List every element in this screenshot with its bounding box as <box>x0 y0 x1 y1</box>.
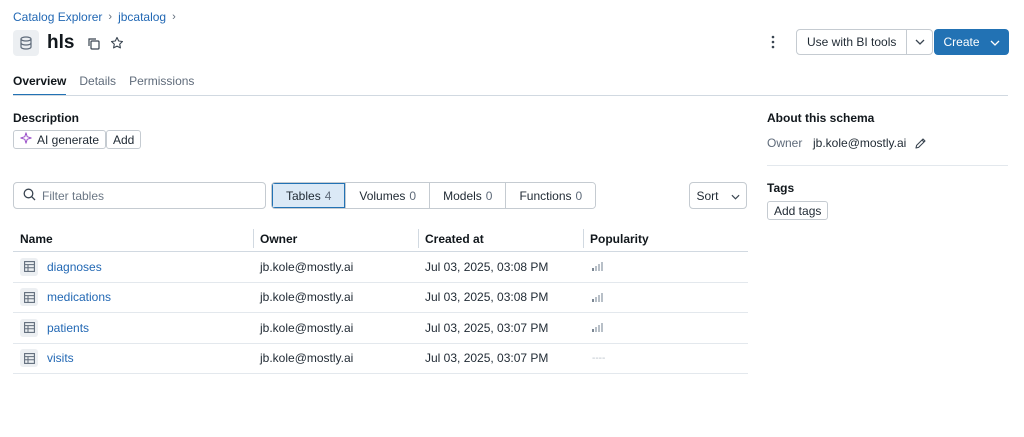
column-header-owner[interactable]: Owner <box>253 226 418 251</box>
tab-permissions[interactable]: Permissions <box>129 74 194 96</box>
right-panel-divider <box>767 165 1008 166</box>
bi-tools-split-button: Use with BI tools <box>796 29 934 55</box>
chevron-down-icon <box>990 35 1000 49</box>
table-name-link[interactable]: visits <box>47 351 74 365</box>
chevron-down-icon[interactable] <box>906 30 932 54</box>
breadcrumb: Catalog Explorer › jbcatalog › <box>13 10 176 24</box>
about-schema-heading: About this schema <box>767 111 875 125</box>
star-icon[interactable] <box>108 34 126 52</box>
table-body: diagnoses jb.kole@mostly.ai Jul 03, 2025… <box>13 252 748 374</box>
segment-count: 0 <box>485 188 493 203</box>
cell-popularity <box>583 252 748 282</box>
chevron-right-icon: › <box>108 11 113 23</box>
tags-heading: Tags <box>767 181 795 195</box>
table-name-link[interactable]: patients <box>47 321 89 335</box>
segment-functions[interactable]: Functions 0 <box>505 183 596 208</box>
owner-value: jb.kole@mostly.ai <box>813 136 907 150</box>
cell-created-at: Jul 03, 2025, 03:08 PM <box>425 259 549 274</box>
breadcrumb-catalog[interactable]: jbcatalog <box>118 10 166 24</box>
table-icon <box>20 288 38 307</box>
kebab-menu-icon[interactable] <box>764 33 782 51</box>
asset-type-segmented-control: Tables 4 Volumes 0 Models 0 Functions 0 <box>271 182 597 209</box>
segment-count: 0 <box>575 188 583 203</box>
cell-name: diagnoses <box>13 252 253 282</box>
segment-models[interactable]: Models 0 <box>429 183 506 208</box>
cell-owner: jb.kole@mostly.ai <box>260 320 354 335</box>
cell-created-at: Jul 03, 2025, 03:07 PM <box>425 351 549 366</box>
tab-details[interactable]: Details <box>79 74 116 96</box>
column-header-created-at[interactable]: Created at <box>418 226 583 251</box>
database-icon <box>13 30 39 56</box>
add-description-button[interactable]: Add <box>106 130 142 149</box>
column-header-name[interactable]: Name <box>13 226 253 251</box>
table-row[interactable]: diagnoses jb.kole@mostly.ai Jul 03, 2025… <box>13 252 748 283</box>
tabs-divider <box>13 95 1008 96</box>
create-button-label: Create <box>943 35 980 49</box>
use-with-bi-tools-button[interactable]: Use with BI tools <box>797 30 906 54</box>
segment-count: 0 <box>409 188 417 203</box>
cell-owner: jb.kole@mostly.ai <box>260 290 354 305</box>
popularity-bars-icon <box>592 262 603 272</box>
cell-name: visits <box>13 344 253 374</box>
table-name-link[interactable]: medications <box>47 290 111 304</box>
create-button[interactable]: Create <box>934 29 1009 55</box>
table-row[interactable]: medications jb.kole@mostly.ai Jul 03, 20… <box>13 283 748 313</box>
column-header-popularity[interactable]: Popularity <box>583 226 748 251</box>
segment-label: Tables <box>286 188 321 203</box>
cell-owner: jb.kole@mostly.ai <box>260 351 354 366</box>
cell-name: medications <box>13 283 253 313</box>
segment-label: Models <box>443 188 482 203</box>
filter-tables-input[interactable] <box>42 188 242 203</box>
chevron-down-icon <box>730 189 740 203</box>
popularity-bars-icon <box>592 292 603 302</box>
add-tags-button[interactable]: Add tags <box>767 201 829 220</box>
cell-popularity <box>583 313 748 343</box>
popularity-bars-icon <box>592 323 603 333</box>
table-header: Name Owner Created at Popularity <box>13 226 748 252</box>
table-icon <box>20 349 38 368</box>
description-heading: Description <box>13 111 80 125</box>
table-icon <box>20 318 38 337</box>
owner-label: Owner <box>767 136 803 150</box>
tables-table: Name Owner Created at Popularity diagnos… <box>13 226 748 374</box>
tab-bar: Overview Details Permissions <box>13 74 194 96</box>
ai-generate-label: AI generate <box>37 132 100 147</box>
cell-created-at: Jul 03, 2025, 03:08 PM <box>425 290 549 305</box>
table-row[interactable]: visits jb.kole@mostly.ai Jul 03, 2025, 0… <box>13 344 748 374</box>
owner-row: Owner jb.kole@mostly.ai <box>767 136 928 150</box>
segment-label: Functions <box>519 188 572 203</box>
popularity-none-icon: ---- <box>592 352 606 364</box>
cell-popularity: ---- <box>583 344 748 374</box>
filter-tables-search <box>13 182 266 209</box>
breadcrumb-catalog-explorer[interactable]: Catalog Explorer <box>13 10 102 24</box>
table-name-link[interactable]: diagnoses <box>47 260 102 274</box>
sort-label: Sort <box>696 188 719 203</box>
copy-icon[interactable] <box>84 34 102 52</box>
chevron-right-icon: › <box>172 11 176 23</box>
cell-popularity <box>583 283 748 313</box>
search-icon <box>23 188 36 204</box>
segment-label: Volumes <box>359 188 406 203</box>
sparkle-icon <box>20 132 32 147</box>
cell-owner: jb.kole@mostly.ai <box>260 259 354 274</box>
segment-volumes[interactable]: Volumes 0 <box>345 183 430 208</box>
cell-created-at: Jul 03, 2025, 03:07 PM <box>425 320 549 335</box>
tab-overview[interactable]: Overview <box>13 74 67 96</box>
sort-button[interactable]: Sort <box>689 182 747 209</box>
segment-count: 4 <box>324 188 332 203</box>
table-row[interactable]: patients jb.kole@mostly.ai Jul 03, 2025,… <box>13 313 748 344</box>
title-row: hls <box>13 30 126 56</box>
page-title: hls <box>47 32 75 53</box>
ai-generate-button[interactable]: AI generate <box>13 130 107 149</box>
cell-name: patients <box>13 313 253 343</box>
pencil-icon[interactable] <box>914 136 928 150</box>
table-icon <box>20 257 38 276</box>
segment-tables[interactable]: Tables 4 <box>272 183 346 208</box>
